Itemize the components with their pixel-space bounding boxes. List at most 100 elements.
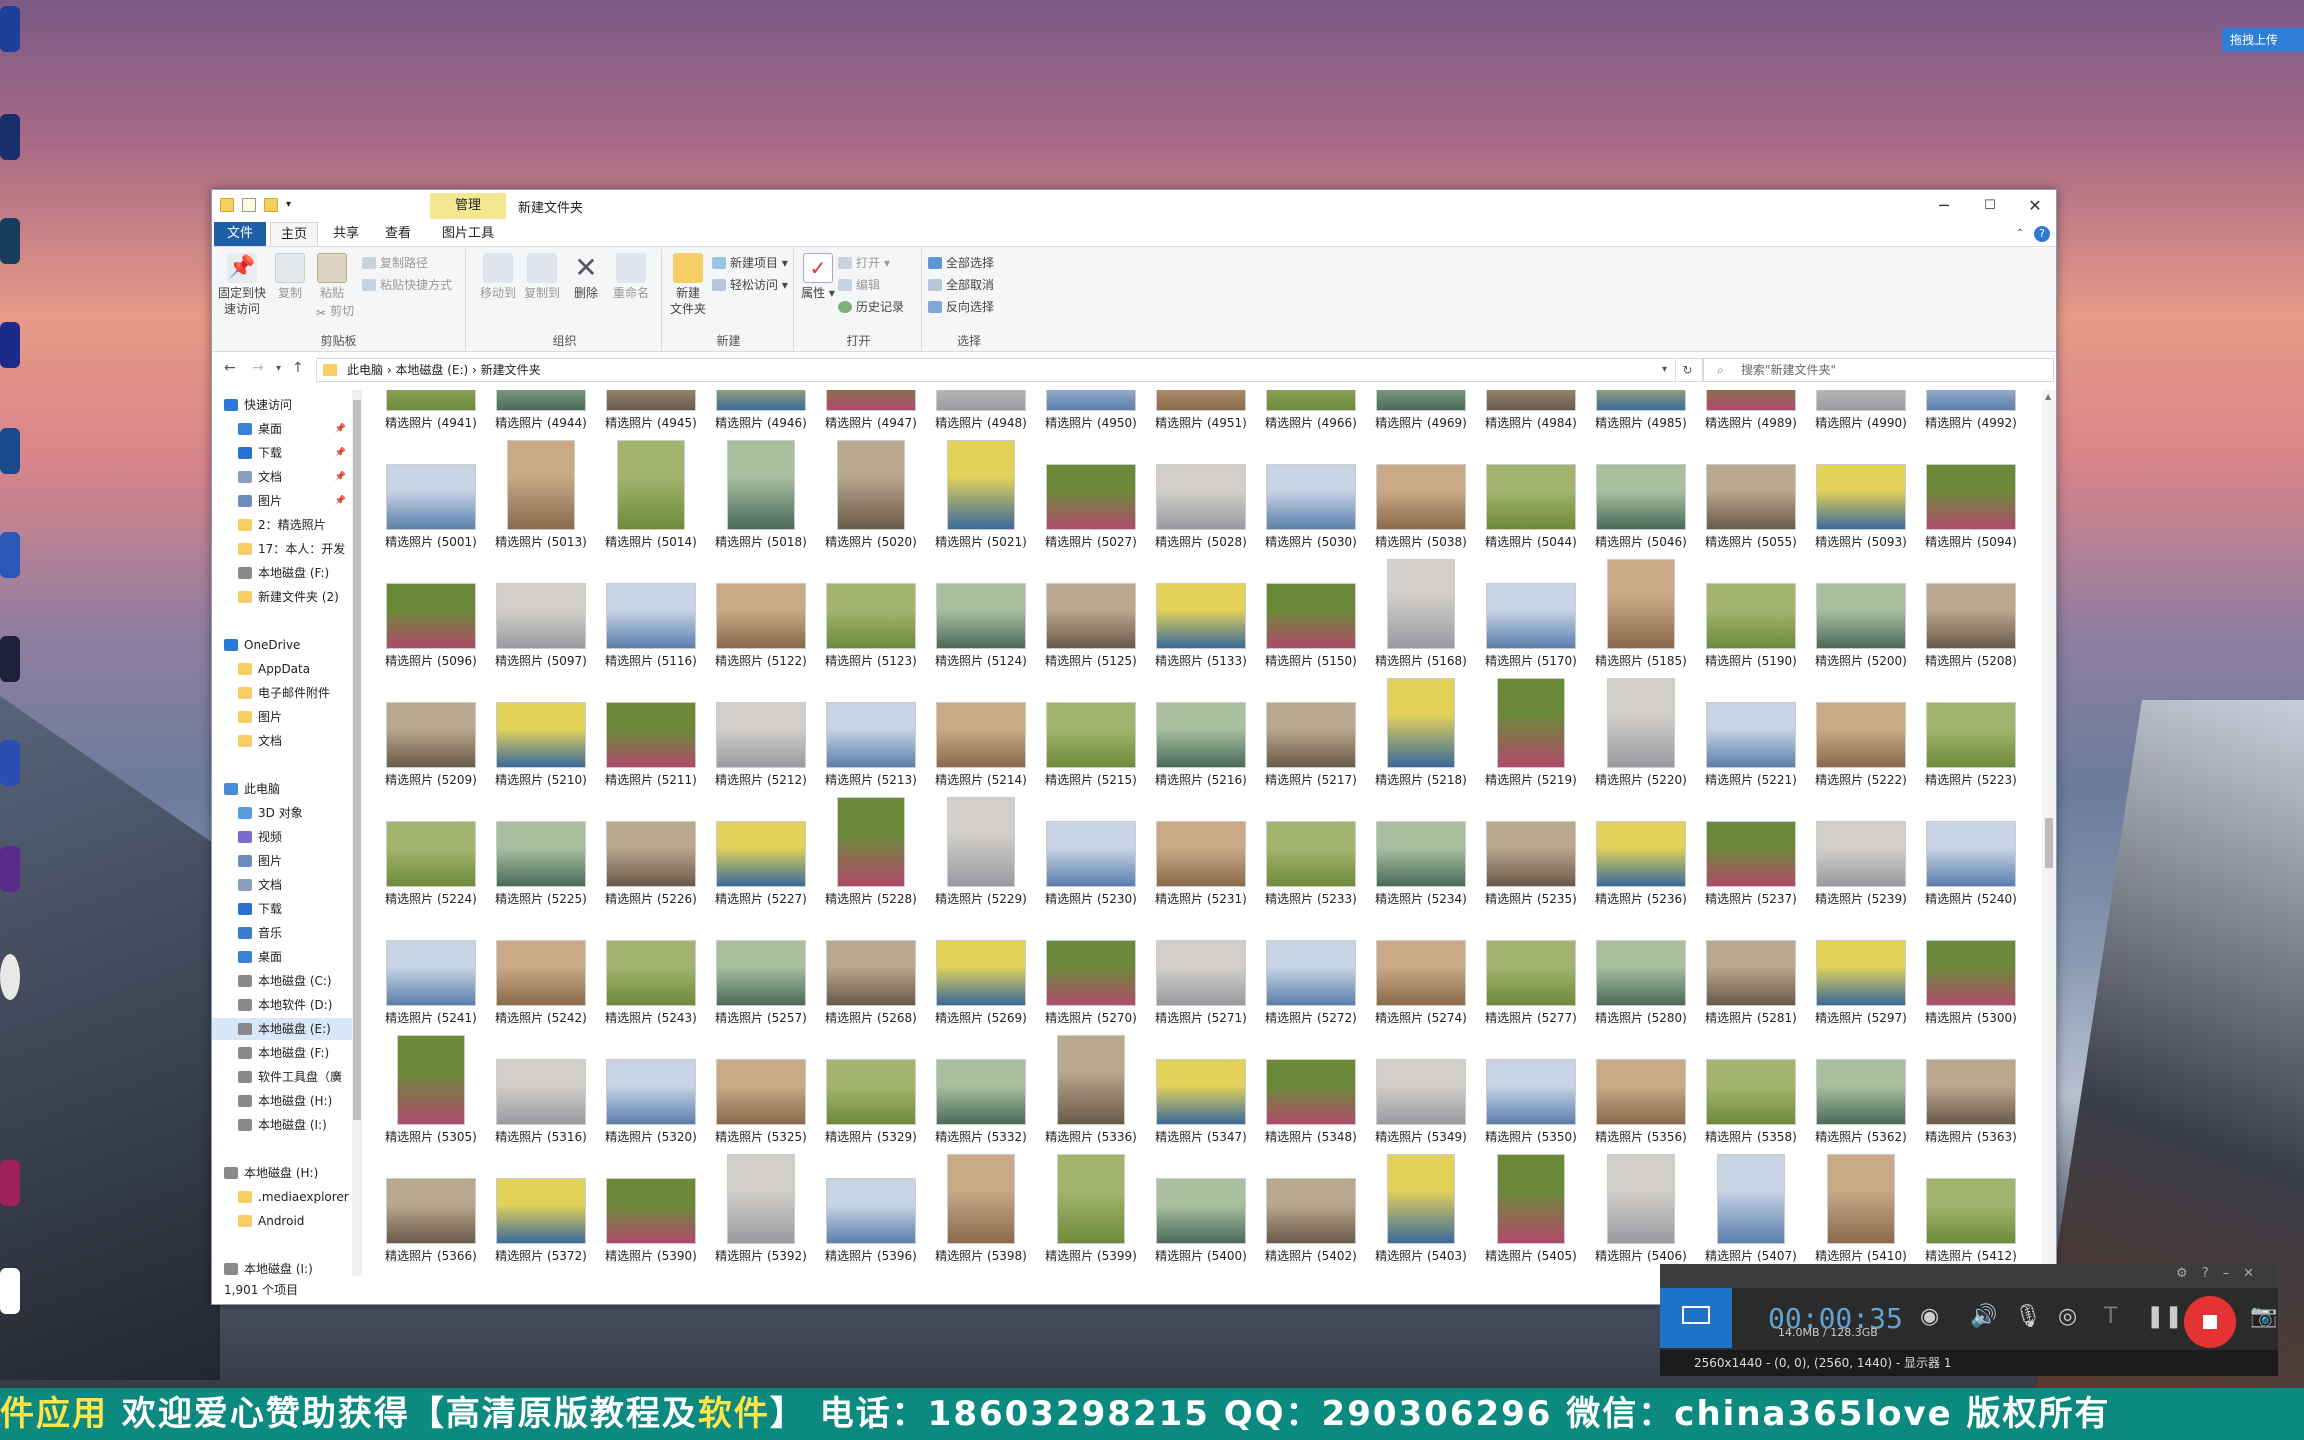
sidebar-item[interactable]: 文档 <box>212 730 352 752</box>
desktop-app-icon[interactable] <box>0 954 20 1000</box>
photo-tile[interactable]: 精选照片 (4941) <box>376 390 484 433</box>
photo-tile[interactable]: 精选照片 (4966) <box>1256 390 1364 433</box>
copy-button[interactable]: 复制 <box>270 253 310 301</box>
photo-tile[interactable]: 精选照片 (4990) <box>1806 390 1914 433</box>
edit-button[interactable]: 编辑 <box>838 275 880 295</box>
photo-tile[interactable]: 精选照片 (5227) <box>706 790 814 909</box>
desktop-app-icon[interactable] <box>0 428 20 474</box>
photo-tile[interactable]: 精选照片 (5406) <box>1586 1147 1694 1266</box>
photo-tile[interactable]: 精选照片 (5316) <box>486 1028 594 1147</box>
photo-tile[interactable]: 精选照片 (5221) <box>1696 671 1804 790</box>
forward-arrow-icon[interactable]: → <box>252 360 264 376</box>
photo-tile[interactable]: 精选照片 (5013) <box>486 433 594 552</box>
photo-tile[interactable]: 精选照片 (5272) <box>1256 909 1364 1028</box>
photo-tile[interactable]: 精选照片 (5271) <box>1146 909 1254 1028</box>
photo-tile[interactable]: 精选照片 (5219) <box>1476 671 1584 790</box>
sidebar-item[interactable]: AppData <box>212 658 352 680</box>
photo-tile[interactable]: 精选照片 (5281) <box>1696 909 1804 1028</box>
refresh-icon[interactable]: ↻ <box>1675 359 1699 381</box>
photo-tile[interactable]: 精选照片 (5190) <box>1696 552 1804 671</box>
sidebar-item[interactable]: 本地磁盘 (I:) <box>212 1258 352 1276</box>
tab-share[interactable]: 共享 <box>322 222 370 246</box>
sidebar-item[interactable]: 本地软件 (D:) <box>212 994 352 1016</box>
photo-tile[interactable]: 精选照片 (5242) <box>486 909 594 1028</box>
photo-tile[interactable]: 精选照片 (5046) <box>1586 433 1694 552</box>
photo-tile[interactable]: 精选照片 (5021) <box>926 433 1034 552</box>
easy-access-button[interactable]: 轻松访问 ▾ <box>712 275 788 295</box>
sidebar-item[interactable]: 此电脑 <box>212 778 352 800</box>
sidebar-item[interactable]: 2：精选照片 <box>212 514 352 536</box>
photo-tile[interactable]: 精选照片 (5325) <box>706 1028 814 1147</box>
select-none-button[interactable]: 全部取消 <box>928 275 994 295</box>
photo-tile[interactable]: 精选照片 (5269) <box>926 909 1034 1028</box>
photo-tile[interactable]: 精选照片 (5224) <box>376 790 484 909</box>
photo-tile[interactable]: 精选照片 (5225) <box>486 790 594 909</box>
photo-tile[interactable]: 精选照片 (5230) <box>1036 790 1144 909</box>
sidebar-item[interactable]: 快速访问 <box>212 394 352 416</box>
photo-tile[interactable]: 精选照片 (5363) <box>1916 1028 2024 1147</box>
desktop-app-icon[interactable] <box>0 218 20 264</box>
photo-tile[interactable]: 精选照片 (5214) <box>926 671 1034 790</box>
sidebar-item[interactable]: 电子邮件附件 <box>212 682 352 704</box>
photo-tile[interactable]: 精选照片 (5215) <box>1036 671 1144 790</box>
search-input[interactable]: ⌕ 搜索"新建文件夹" <box>1702 358 2054 382</box>
new-folder-icon[interactable] <box>264 198 278 212</box>
pin-icon[interactable]: 📌 <box>335 490 346 512</box>
sidebar-item[interactable]: 图片 📌 <box>212 490 352 512</box>
tab-file[interactable]: 文件 <box>214 222 266 246</box>
tab-picture-tools[interactable]: 图片工具 <box>430 222 506 246</box>
photo-tile[interactable]: 精选照片 (5228) <box>816 790 924 909</box>
photo-tile[interactable]: 精选照片 (4951) <box>1146 390 1254 433</box>
photo-tile[interactable]: 精选照片 (5399) <box>1036 1147 1144 1266</box>
photo-tile[interactable]: 精选照片 (5122) <box>706 552 814 671</box>
close-button[interactable]: ✕ <box>2012 190 2058 222</box>
photo-tile[interactable]: 精选照片 (5362) <box>1806 1028 1914 1147</box>
sidebar-item[interactable]: 本地磁盘 (H:) <box>212 1162 352 1184</box>
photo-tile[interactable]: 精选照片 (5208) <box>1916 552 2024 671</box>
photo-tile[interactable]: 精选照片 (5150) <box>1256 552 1364 671</box>
photo-tile[interactable]: 精选照片 (5168) <box>1366 552 1474 671</box>
cut-button[interactable]: ✂ 剪切 <box>316 301 354 321</box>
photo-tile[interactable]: 精选照片 (5410) <box>1806 1147 1914 1266</box>
navigation-scrollbar[interactable] <box>352 390 362 1276</box>
help-icon[interactable]: ? <box>2034 226 2050 242</box>
photo-tile[interactable]: 精选照片 (4985) <box>1586 390 1694 433</box>
history-button[interactable]: 历史记录 <box>838 297 904 317</box>
photo-tile[interactable]: 精选照片 (4946) <box>706 390 814 433</box>
sidebar-item[interactable]: .mediaexplorer <box>212 1186 352 1208</box>
paste-button[interactable]: 粘贴 <box>312 253 352 301</box>
invert-selection-button[interactable]: 反向选择 <box>928 297 994 317</box>
photo-tile[interactable]: 精选照片 (5226) <box>596 790 704 909</box>
photo-tile[interactable]: 精选照片 (5235) <box>1476 790 1584 909</box>
sidebar-item[interactable]: 图片 <box>212 706 352 728</box>
desktop-app-icon[interactable] <box>0 636 20 682</box>
photo-tile[interactable]: 精选照片 (5297) <box>1806 909 1914 1028</box>
speaker-icon[interactable]: 🔊 <box>1970 1304 1997 1329</box>
photo-tile[interactable]: 精选照片 (4945) <box>596 390 704 433</box>
contextual-tab-manage[interactable]: 管理 <box>430 193 506 219</box>
photo-tile[interactable]: 精选照片 (5366) <box>376 1147 484 1266</box>
sidebar-item[interactable]: 文档 📌 <box>212 466 352 488</box>
breadcrumb[interactable]: 此电脑 › 本地磁盘 (E:) › 新建文件夹 <box>347 363 541 377</box>
screenshot-icon[interactable]: 📷 <box>2250 1304 2277 1329</box>
photo-tile[interactable]: 精选照片 (5280) <box>1586 909 1694 1028</box>
desktop-app-icon[interactable] <box>0 1268 20 1314</box>
photo-tile[interactable]: 精选照片 (5220) <box>1586 671 1694 790</box>
photo-tile[interactable]: 精选照片 (5320) <box>596 1028 704 1147</box>
photo-tile[interactable]: 精选照片 (5096) <box>376 552 484 671</box>
photo-tile[interactable]: 精选照片 (5185) <box>1586 552 1694 671</box>
sidebar-item[interactable]: 音乐 <box>212 922 352 944</box>
desktop-app-icon[interactable] <box>0 1160 20 1206</box>
photo-tile[interactable]: 精选照片 (5014) <box>596 433 704 552</box>
photo-tile[interactable]: 精选照片 (5123) <box>816 552 924 671</box>
photo-tile[interactable]: 精选照片 (5392) <box>706 1147 814 1266</box>
chevron-down-icon[interactable]: ▾ <box>286 198 300 212</box>
photo-tile[interactable]: 精选照片 (5218) <box>1366 671 1474 790</box>
photo-tile[interactable]: 精选照片 (5038) <box>1366 433 1474 552</box>
photo-tile[interactable]: 精选照片 (4969) <box>1366 390 1474 433</box>
properties-button[interactable]: ✓ 属性 ▾ <box>800 253 836 301</box>
photo-tile[interactable]: 精选照片 (5236) <box>1586 790 1694 909</box>
paste-shortcut-button[interactable]: 粘贴快捷方式 <box>362 275 452 295</box>
photo-tile[interactable]: 精选照片 (5213) <box>816 671 924 790</box>
photo-tile[interactable]: 精选照片 (4948) <box>926 390 1034 433</box>
